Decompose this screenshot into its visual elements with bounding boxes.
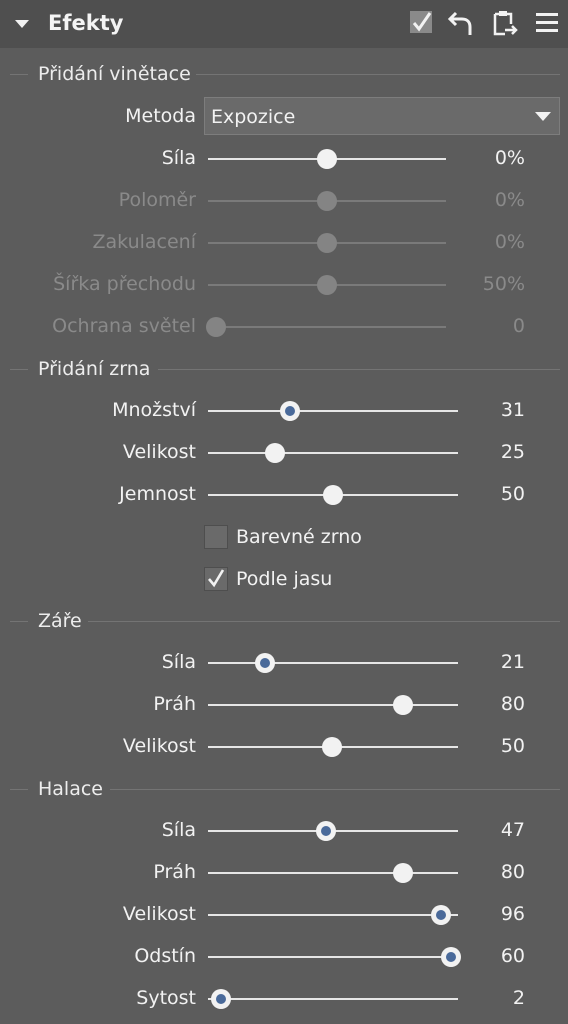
- vignette-radius-label: Poloměr: [118, 189, 196, 211]
- glow-threshold-value[interactable]: 80: [501, 693, 525, 715]
- grain-size-label: Velikost: [122, 441, 196, 463]
- vignette-highlight-protect-value: 0: [512, 315, 525, 337]
- panel-header: Efekty: [0, 0, 568, 48]
- halation-saturation-value[interactable]: 2: [513, 987, 525, 1009]
- collapse-triangle-icon[interactable]: [15, 20, 29, 28]
- by-luminance-checkbox[interactable]: [204, 567, 228, 591]
- grain-size-slider-handle[interactable]: [265, 443, 285, 463]
- grain-size-track[interactable]: [208, 452, 458, 454]
- enable-checkbox-icon[interactable]: [408, 9, 436, 37]
- group-divider: [196, 74, 560, 75]
- grain-amount-value[interactable]: 31: [501, 399, 525, 421]
- vignette-strength-slider-handle[interactable]: [317, 149, 337, 169]
- halation-saturation-track[interactable]: [208, 998, 458, 1000]
- glow-strength-slider-handle[interactable]: [255, 653, 275, 673]
- vignette-roundness-slider-handle: [317, 233, 337, 253]
- by-luminance-label: Podle jasu: [236, 568, 333, 590]
- glow-threshold-track[interactable]: [208, 704, 458, 706]
- vignette-transition-label: Šířka přechodu: [53, 273, 196, 295]
- group-title-glow: Záře: [38, 610, 82, 632]
- panel-title: Efekty: [48, 11, 124, 35]
- halation-hue-value[interactable]: 60: [501, 945, 525, 967]
- halation-threshold-label: Práh: [153, 861, 196, 883]
- halation-strength-slider-handle[interactable]: [316, 821, 336, 841]
- grain-fineness-value[interactable]: 50: [501, 483, 525, 505]
- group-divider: [110, 789, 560, 790]
- group-divider: [158, 369, 560, 370]
- halation-threshold-slider-handle[interactable]: [393, 863, 413, 883]
- halation-size-track[interactable]: [208, 914, 458, 916]
- halation-size-label: Velikost: [122, 903, 196, 925]
- group-title-grain: Přidání zrna: [38, 358, 151, 380]
- halation-strength-value[interactable]: 47: [501, 819, 525, 841]
- vignette-highlight-protect-label: Ochrana světel: [52, 315, 196, 337]
- halation-threshold-track[interactable]: [208, 872, 458, 874]
- group-divider: [10, 74, 28, 75]
- group-title-halation: Halace: [38, 778, 103, 800]
- glow-size-slider-handle[interactable]: [322, 737, 342, 757]
- paste-settings-icon[interactable]: [490, 9, 518, 37]
- vignette-highlight-protect-slider-handle: [206, 317, 226, 337]
- group-divider: [10, 789, 28, 790]
- vignette-highlight-protect-track: [208, 326, 446, 328]
- glow-threshold-label: Práh: [153, 693, 196, 715]
- checkmark-icon: [208, 569, 225, 588]
- grain-amount-slider-handle[interactable]: [280, 401, 300, 421]
- group-title-vignette: Přidání vinětace: [38, 63, 191, 85]
- halation-strength-label: Síla: [161, 819, 196, 841]
- vignette-strength-label: Síla: [161, 147, 196, 169]
- grain-amount-track[interactable]: [208, 410, 458, 412]
- undo-icon[interactable]: [447, 9, 475, 37]
- grain-fineness-label: Jemnost: [119, 483, 196, 505]
- vignette-strength-value[interactable]: 0%: [495, 147, 525, 169]
- vignette-radius-value: 0%: [494, 189, 525, 211]
- color-grain-label: Barevné zrno: [236, 526, 362, 548]
- glow-strength-value[interactable]: 21: [501, 651, 525, 673]
- vignette-roundness-label: Zakulacení: [92, 231, 197, 253]
- grain-fineness-slider-handle[interactable]: [323, 485, 343, 505]
- vignette-transition-slider-handle: [317, 275, 337, 295]
- glow-threshold-slider-handle[interactable]: [393, 695, 413, 715]
- chevron-down-icon: [535, 112, 551, 121]
- grain-size-value[interactable]: 25: [501, 441, 525, 463]
- method-label: Metoda: [125, 105, 196, 127]
- halation-saturation-label: Sytost: [136, 987, 196, 1009]
- glow-size-value[interactable]: 50: [501, 735, 525, 757]
- halation-size-slider-handle[interactable]: [431, 905, 451, 925]
- vignette-transition-value: 50%: [482, 273, 525, 295]
- halation-hue-label: Odstín: [134, 945, 196, 967]
- menu-icon[interactable]: [533, 9, 561, 37]
- halation-size-value[interactable]: 96: [501, 903, 525, 925]
- halation-hue-slider-handle[interactable]: [441, 947, 461, 967]
- halation-saturation-slider-handle[interactable]: [211, 989, 231, 1009]
- method-select[interactable]: Expozice: [204, 97, 560, 135]
- group-divider: [10, 369, 28, 370]
- group-divider: [10, 621, 28, 622]
- glow-strength-label: Síla: [161, 651, 196, 673]
- method-value: Expozice: [211, 106, 296, 128]
- glow-size-label: Velikost: [122, 735, 196, 757]
- glow-strength-track[interactable]: [208, 662, 458, 664]
- vignette-radius-slider-handle: [317, 191, 337, 211]
- vignette-roundness-value: 0%: [494, 231, 525, 253]
- grain-amount-label: Množství: [112, 399, 196, 421]
- halation-threshold-value[interactable]: 80: [501, 861, 525, 883]
- color-grain-checkbox[interactable]: [204, 525, 228, 549]
- group-divider: [88, 621, 560, 622]
- halation-hue-track[interactable]: [208, 956, 458, 958]
